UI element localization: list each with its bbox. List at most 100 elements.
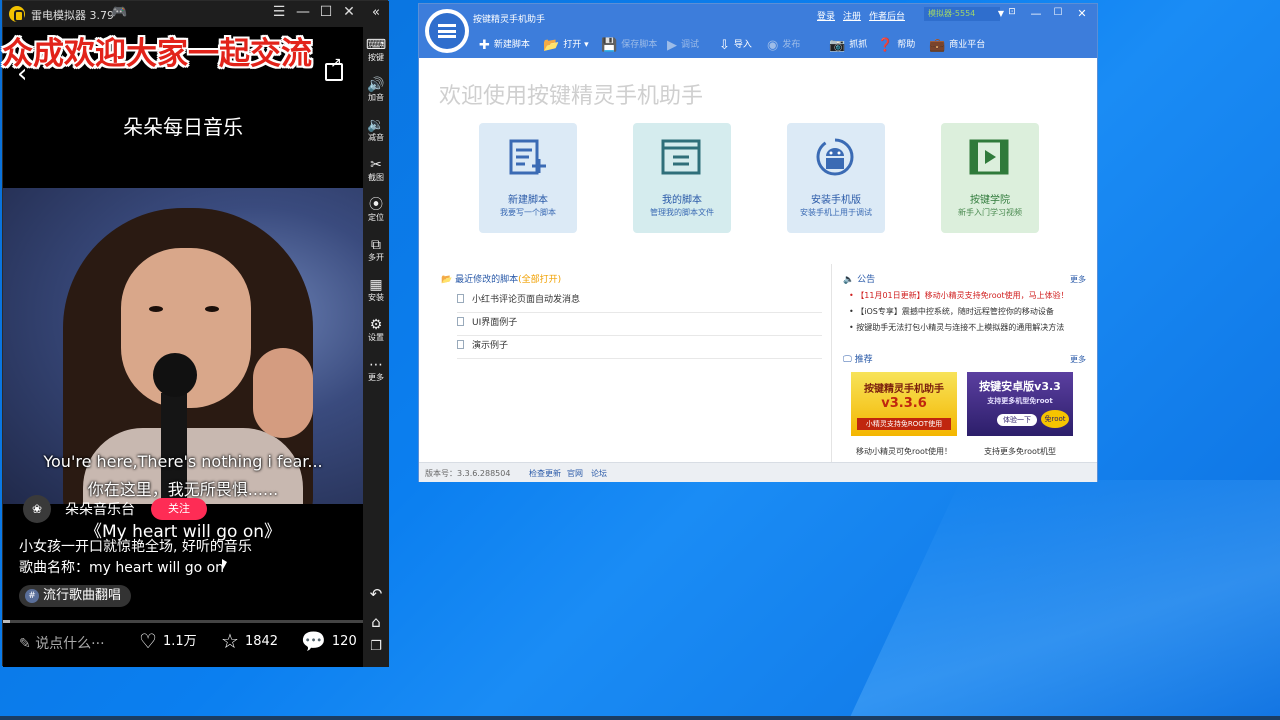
- subtitle-english: You're here,There's nothing i fear...: [43, 452, 323, 471]
- volume-up-icon: 🔊: [367, 77, 385, 93]
- banner-android-version[interactable]: 按键安卓版v3.3 支持更多机型免root 体验一下 免root: [967, 372, 1073, 436]
- banner1-caption[interactable]: 移动小精灵可免root使用！: [851, 446, 957, 457]
- debug-button[interactable]: ▶ 调试: [667, 37, 699, 53]
- banner-mobile-assistant[interactable]: 按键精灵手机助手 v3.3.6 小精灵支持免ROOT使用: [851, 372, 957, 436]
- sidebar-install-button[interactable]: ▦ 安装: [363, 277, 389, 303]
- collapse-sidebar-button[interactable]: «: [363, 5, 389, 20]
- app-maximize-button[interactable]: ☐: [1049, 7, 1067, 18]
- announcement-item[interactable]: • 【11月01日更新】移动小精灵支持免root使用，马上体验！: [849, 290, 1069, 301]
- card-academy-title: 按键学院: [970, 195, 1010, 206]
- banner2-try-button[interactable]: 体验一下: [997, 414, 1037, 426]
- recent-script-item[interactable]: 小红书评论页面自动发消息: [457, 290, 822, 313]
- hashtag-icon: #: [25, 589, 39, 603]
- welcome-heading: 欢迎使用按键精灵手机助手: [439, 84, 704, 109]
- home-nav-icon[interactable]: ⌂: [363, 613, 389, 631]
- recent-apps-icon[interactable]: ❐: [363, 639, 389, 654]
- favorite-button[interactable]: ☆ 1842: [221, 629, 278, 653]
- website-link[interactable]: 官网: [567, 468, 583, 479]
- sidebar-settings-button[interactable]: ⚙ 设置: [363, 317, 389, 343]
- comment-button[interactable]: 💬 120: [301, 629, 357, 653]
- app-window: 按键精灵手机助手 登录 注册 作者后台 模拟器-5554 ▼ ⊡ — ☐ ✕ ✚ 新…: [418, 3, 1098, 482]
- emulator-sidebar: « ⌨ 按键 🔊 加音 🔉 减音 ✂ 截图 ⦿ 定位 ⧉ 多开 ▦ 安装 ⚙ 设置 ⋯ 更多 ↶ ⌂ ❐: [363, 1, 389, 667]
- business-platform-button[interactable]: 💼 商业平台: [929, 37, 985, 53]
- recent-script-item[interactable]: 演示例子: [457, 336, 822, 359]
- gamepad-icon[interactable]: 🎮: [111, 5, 127, 20]
- recent-scripts-label: 最近修改的脚本: [455, 275, 519, 285]
- minimize-button[interactable]: —: [293, 4, 313, 20]
- card-academy[interactable]: 按键学院 新手入门学习视频: [941, 123, 1039, 233]
- share-icon[interactable]: [325, 55, 343, 81]
- publish-button[interactable]: ◉ 发布: [767, 37, 800, 53]
- my-scripts-icon: [661, 139, 701, 175]
- folder-open-icon: 📂: [441, 275, 453, 285]
- banner1-version: v3.3.6: [881, 396, 927, 411]
- save-script-button[interactable]: 💾 保存脚本: [601, 37, 657, 53]
- sidebar-location-button[interactable]: ⦿ 定位: [363, 197, 389, 223]
- close-button[interactable]: ✕: [339, 4, 359, 20]
- song-name: 歌曲名称：my heart will go on: [19, 560, 225, 576]
- sidebar-volume-up-button[interactable]: 🔊 加音: [363, 77, 389, 103]
- location-icon: ⦿: [369, 197, 383, 213]
- restore-icon[interactable]: ⊡: [1003, 7, 1021, 17]
- help-label: 帮助: [897, 40, 916, 50]
- video-frame[interactable]: You're here,There's nothing i fear... 你在…: [3, 188, 363, 504]
- menu-icon[interactable]: ☰: [269, 4, 289, 20]
- banner1-title: 按键精灵手机助手: [864, 384, 944, 395]
- plus-icon: ✚: [479, 38, 490, 53]
- app-minimize-button[interactable]: —: [1027, 7, 1045, 20]
- sidebar-keyboard-button[interactable]: ⌨ 按键: [363, 37, 389, 63]
- comment-input[interactable]: ✎ 说点什么···: [19, 633, 105, 653]
- sidebar-multi-open-button[interactable]: ⧉ 多开: [363, 237, 389, 263]
- save-icon: 💾: [601, 38, 618, 53]
- announcement-item[interactable]: • 【iOS专享】震撼中控系统，随时远程管控你的移动设备: [849, 306, 1054, 317]
- banner2-title: 按键安卓版v3.3: [979, 380, 1061, 393]
- announcements-heading: 🔈 公告: [843, 272, 875, 285]
- card-install-mobile-title: 安装手机版: [811, 195, 861, 206]
- emulator-titlebar[interactable]: 雷电模拟器 3.79 🎮 ☰ — ☐ ✕: [3, 1, 389, 27]
- card-my-scripts[interactable]: 我的脚本 管理我的脚本文件: [633, 123, 731, 233]
- topic-tag[interactable]: # 流行歌曲翻唱: [19, 585, 132, 607]
- login-link[interactable]: 登录: [817, 9, 835, 22]
- sidebar-more-button[interactable]: ⋯ 更多: [363, 357, 389, 383]
- maximize-button[interactable]: ☐: [316, 4, 336, 20]
- mouse-cursor-icon: [222, 559, 227, 571]
- recommend-more-link[interactable]: 更多: [1070, 354, 1086, 365]
- banner2-caption[interactable]: 支持更多免root机型: [967, 446, 1073, 457]
- new-script-button[interactable]: ✚ 新建脚本: [479, 37, 530, 53]
- recent-script-item[interactable]: UI界面例子: [457, 313, 822, 336]
- banner2-badge: 免root: [1041, 410, 1069, 428]
- banner1-slogan: 小精灵支持免ROOT使用: [857, 418, 951, 430]
- taskbar[interactable]: [0, 716, 1280, 720]
- subtitle-chinese: 你在这里，我无所畏惧......: [87, 480, 279, 499]
- app-close-button[interactable]: ✕: [1073, 7, 1091, 20]
- publish-label: 发布: [782, 40, 801, 50]
- android-icon: [816, 138, 854, 176]
- card-install-mobile[interactable]: 安装手机版 安装手机上用于调试: [787, 123, 885, 233]
- sidebar-screenshot-button[interactable]: ✂ 截图: [363, 157, 389, 183]
- open-all-link[interactable]: (全部打开): [518, 275, 561, 285]
- import-button[interactable]: ⇩ 导入: [719, 37, 752, 53]
- check-update-link[interactable]: 检查更新: [529, 468, 561, 479]
- forum-link[interactable]: 论坛: [591, 468, 607, 479]
- capture-button[interactable]: 📷 抓抓: [829, 37, 867, 53]
- announcement-item[interactable]: • 按键助手无法打包小精灵与连接不上模拟器的通用解决方法: [849, 322, 1064, 333]
- back-nav-icon[interactable]: ↶: [363, 585, 389, 603]
- announcements-more-link[interactable]: 更多: [1070, 274, 1086, 285]
- author-name[interactable]: 朵朵音乐台: [65, 499, 135, 519]
- help-button[interactable]: ❓ 帮助: [877, 37, 915, 53]
- sidebar-volume-down-button[interactable]: 🔉 减音: [363, 117, 389, 143]
- device-select[interactable]: 模拟器-5554 ▼: [924, 7, 1004, 21]
- card-install-mobile-subtitle: 安装手机上用于调试: [800, 208, 872, 217]
- app-logo-icon[interactable]: [425, 9, 469, 53]
- interaction-bar: ✎ 说点什么··· ♡ 1.1万 ☆ 1842 💬 120: [3, 623, 363, 667]
- author-backend-link[interactable]: 作者后台: [869, 9, 905, 22]
- sidebar-location-label: 定位: [368, 213, 384, 222]
- register-link[interactable]: 注册: [843, 9, 861, 22]
- card-new-script[interactable]: 新建脚本 我要写一个脚本: [479, 123, 577, 233]
- like-button[interactable]: ♡ 1.1万: [139, 629, 197, 653]
- volume-down-icon: 🔉: [367, 117, 385, 133]
- video-title: 朵朵每日音乐: [123, 115, 243, 139]
- open-button[interactable]: 📂 打开 ▾: [543, 37, 589, 53]
- sidebar-keyboard-label: 按键: [368, 53, 384, 62]
- help-icon: ❓: [877, 38, 894, 53]
